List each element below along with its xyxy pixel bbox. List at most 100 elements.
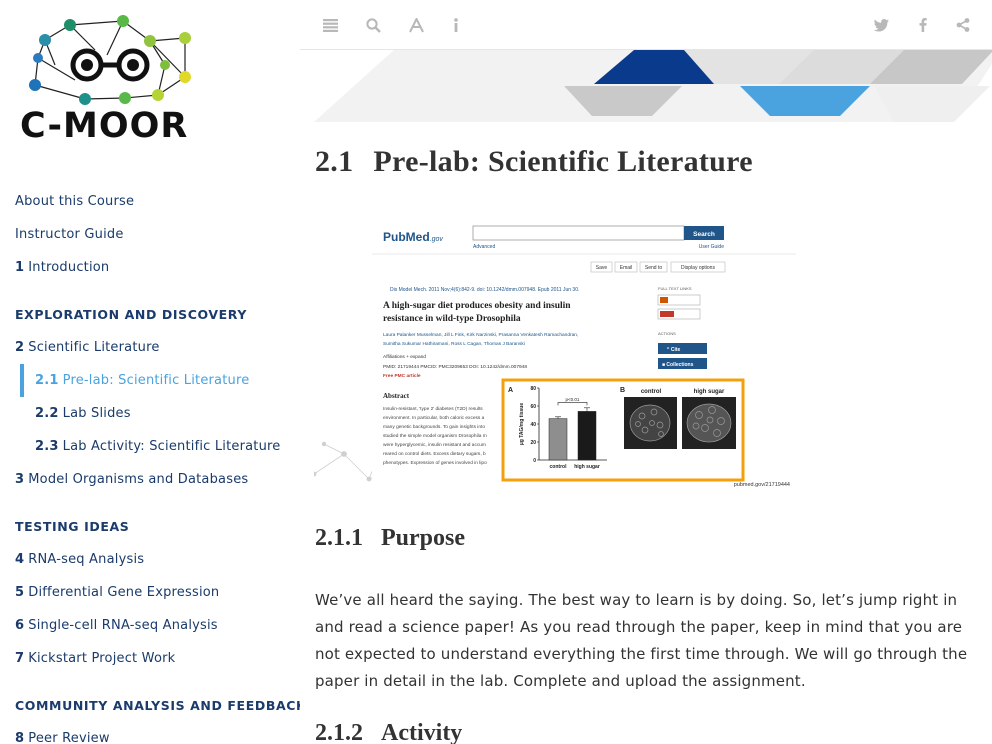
chart-y-tick-label: 0 bbox=[533, 458, 536, 464]
chart-y-tick-label: 80 bbox=[530, 386, 536, 392]
sidebar-item-label: Kickstart Project Work bbox=[28, 651, 176, 666]
section-purpose-heading: 2.1.1 Purpose bbox=[315, 525, 465, 552]
molecule-graphic bbox=[29, 15, 191, 105]
font-icon[interactable] bbox=[405, 14, 427, 36]
chart-p-value: p<0.01 bbox=[566, 397, 580, 402]
search-icon[interactable] bbox=[362, 14, 384, 36]
chart-bar-control bbox=[548, 418, 568, 461]
pubmed-advanced-link: Advanced bbox=[473, 244, 495, 250]
sidebar-item-number: 6 bbox=[15, 618, 25, 633]
chart-y-tick-label: 20 bbox=[530, 440, 536, 446]
sidebar-item-number: 3 bbox=[15, 472, 25, 487]
purpose-paragraph: We’ve all heard the saying. The best way… bbox=[315, 591, 968, 690]
svg-text:Insulin-resistant, 'type 2' di: Insulin-resistant, 'type 2' diabetes (T2… bbox=[383, 406, 483, 412]
chart-bar-high-sugar bbox=[577, 411, 597, 461]
sidebar-item-label: Differential Gene Expression bbox=[28, 585, 220, 600]
sidebar-item-label: Peer Review bbox=[28, 731, 110, 744]
svg-text:Save: Save bbox=[596, 265, 608, 271]
svg-text:were hyperglycemic, insulin re: were hyperglycemic, insulin resistant an… bbox=[383, 442, 486, 448]
pubmed-user-guide: User Guide bbox=[699, 244, 725, 250]
sidebar-item-number: 2.1 bbox=[35, 373, 59, 388]
pubmed-figure: PubMed.gov Search Advanced User Guide Sa… bbox=[314, 216, 796, 490]
info-icon[interactable] bbox=[445, 14, 467, 36]
pubmed-citation: Dis Model Mech. 2011 Nov;4(6):842-9. doi… bbox=[390, 287, 579, 293]
abstract-text: Insulin-resistant, 'type 2' diabetes (T2… bbox=[383, 406, 487, 466]
cite-button bbox=[658, 343, 707, 354]
pubmed-search-label: Search bbox=[693, 231, 715, 238]
actions-label: ACTIONS bbox=[658, 331, 676, 336]
twitter-icon[interactable] bbox=[870, 14, 892, 36]
article-authors-line2: Sumitha Sukumar Hathiramani, Ross L Caga… bbox=[383, 341, 525, 347]
sidebar-item-differential-gene-expression[interactable]: 5 Differential Gene Expression bbox=[0, 576, 300, 609]
table-of-contents: About this Course Instructor Guide 1 Introd… bbox=[0, 185, 300, 744]
share-icon[interactable] bbox=[952, 14, 974, 36]
panel-b-label: B bbox=[620, 387, 625, 394]
sidebar-item-model-organisms-and-databases[interactable]: 3 Model Organisms and Databases bbox=[0, 463, 300, 496]
sidebar-item-lab-slides[interactable]: 2.2 Lab Slides bbox=[0, 397, 300, 430]
sidebar-item-number: 4 bbox=[15, 552, 25, 567]
logo-text: C-MOOR bbox=[20, 106, 189, 146]
sidebar-item-kickstart-project-work[interactable]: 7 Kickstart Project Work bbox=[0, 642, 300, 675]
sidebar-item-peer-review[interactable]: 8 Peer Review bbox=[0, 722, 300, 744]
section-activity-heading: 2.1.2 Activity bbox=[315, 720, 462, 744]
sidebar-item-label: Model Organisms and Databases bbox=[28, 472, 249, 487]
pubmed-brand: PubMed.gov bbox=[383, 230, 443, 244]
svg-text:phenotypes. Expression of gene: phenotypes. Expression of genes involved… bbox=[383, 460, 487, 466]
sidebar-item-label: About this Course bbox=[15, 194, 135, 209]
page-title-number: 2.1 bbox=[315, 145, 354, 178]
pubmed-action-buttons: Save Email Send to Display options bbox=[590, 261, 726, 273]
sidebar-item-number: 8 bbox=[15, 731, 25, 744]
sidebar-item-pre-lab-scientific-literature[interactable]: 2.1 Pre-lab: Scientific Literature bbox=[0, 364, 300, 397]
section-activity-title: Activity bbox=[381, 720, 463, 744]
sidebar-item-instructor-guide[interactable]: Instructor Guide bbox=[0, 218, 300, 251]
sidebar-item-label: Instructor Guide bbox=[15, 227, 124, 242]
chart-category-label: control bbox=[550, 464, 568, 470]
free-pmc-label: Free PMC article bbox=[383, 373, 421, 379]
sidebar-item-lab-activity-scientific-literature[interactable]: 2.3 Lab Activity: Scientific Literature bbox=[0, 430, 300, 463]
svg-text:Display options: Display options bbox=[681, 265, 715, 271]
figure-source: pubmed.gov/21719444 bbox=[734, 482, 790, 488]
top-toolbar bbox=[300, 0, 992, 50]
image-label-control: control bbox=[641, 389, 662, 395]
chart-category-label: high sugar bbox=[574, 464, 600, 470]
chapter-banner bbox=[314, 50, 992, 122]
sidebar-item-label: TESTING IDEAS bbox=[15, 519, 130, 534]
sidebar-item-single-cell-rna-seq-analysis[interactable]: 6 Single-cell RNA-seq Analysis bbox=[0, 609, 300, 642]
cite-button-label: “ Cite bbox=[667, 347, 681, 353]
sidebar-item-label: Single-cell RNA-seq Analysis bbox=[28, 618, 218, 633]
chart-y-axis-label: µg TAG/mg tissue bbox=[519, 403, 525, 445]
sidebar-item-label: EXPLORATION AND DISCOVERY bbox=[15, 307, 247, 322]
panel-a-label: A bbox=[508, 387, 513, 394]
facebook-icon[interactable] bbox=[912, 14, 934, 36]
sidebar-item-scientific-literature[interactable]: 2 Scientific Literature bbox=[0, 331, 300, 364]
sidebar-item-rna-seq-analysis[interactable]: 4 RNA-seq Analysis bbox=[0, 543, 300, 576]
pubmed-search-input bbox=[472, 225, 685, 241]
article-ids: PMID: 21719444 PMCID: PMC3209653 DOI: 10… bbox=[383, 364, 527, 370]
sidebar-item-number: 1 bbox=[15, 260, 25, 275]
section-purpose-title: Purpose bbox=[381, 525, 465, 551]
pubmed-screenshot: PubMed.gov Search Advanced User Guide Sa… bbox=[372, 220, 796, 488]
sidebar-item-label: RNA-seq Analysis bbox=[28, 552, 145, 567]
abstract-heading: Abstract bbox=[383, 392, 410, 400]
sidebar-section-testing-ideas[interactable]: TESTING IDEAS bbox=[0, 496, 300, 543]
page-title: 2.1 Pre-lab: Scientific Literature bbox=[315, 145, 753, 179]
sidebar-item-label: Introduction bbox=[28, 260, 110, 275]
sidebar-section-community-analysis-and-feedback[interactable]: COMMUNITY ANALYSIS AND FEEDBACK bbox=[0, 675, 300, 722]
image-label-high-sugar: high sugar bbox=[694, 389, 725, 395]
menu-icon[interactable] bbox=[319, 14, 341, 36]
sidebar-section-exploration-and-discovery[interactable]: EXPLORATION AND DISCOVERY bbox=[0, 284, 300, 331]
svg-text:many genetic backgrounds. To g: many genetic backgrounds. To gain insigh… bbox=[383, 424, 485, 430]
sidebar-item-introduction[interactable]: 1 Introduction bbox=[0, 251, 300, 284]
collections-button-label: ■ Collections bbox=[662, 362, 694, 368]
sidebar-item-label: Scientific Literature bbox=[28, 340, 160, 355]
chart-y-tick-label: 40 bbox=[530, 422, 536, 428]
article-title-line2: resistance in wild-type Drosophila bbox=[383, 314, 521, 324]
page-title-text: Pre-lab: Scientific Literature bbox=[373, 145, 753, 178]
article-affiliations: Affiliations + expand bbox=[383, 354, 426, 360]
sidebar-item-number: 2.3 bbox=[35, 439, 59, 454]
sidebar: C-MOOR About this Course Instructor Guide… bbox=[0, 0, 300, 744]
sidebar-item-label: COMMUNITY ANALYSIS AND FEEDBACK bbox=[15, 698, 300, 713]
sidebar-item-about-this-course[interactable]: About this Course bbox=[0, 185, 300, 218]
svg-text:Email: Email bbox=[620, 265, 633, 271]
sidebar-item-number: 7 bbox=[15, 651, 25, 666]
